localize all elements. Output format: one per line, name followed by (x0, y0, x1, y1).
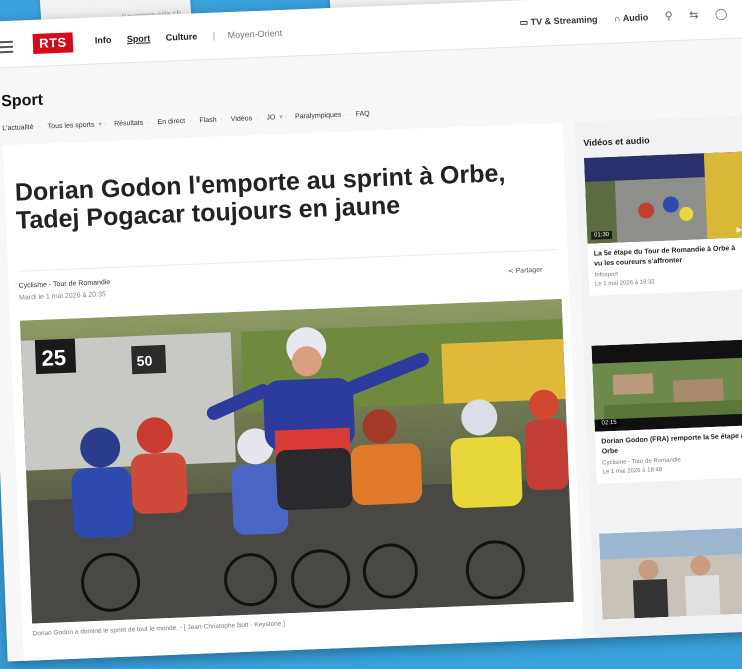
sport-subnav: L'actualité · Tous les sports ▾ · Résultat… (2, 109, 374, 133)
nav-separator: | (212, 30, 216, 41)
video-thumbnail[interactable] (599, 527, 742, 620)
header-actions: ▭ TV & Streaming ∩ Audio ⚲ ⇆ ◯ (505, 7, 727, 29)
svg-text:50: 50 (136, 352, 152, 369)
main-nav: Info Sport Culture | Moyen-Orient (95, 27, 296, 46)
share-icon: ≺ (507, 267, 514, 276)
share-label: Partager (515, 266, 543, 275)
nav-item-moyen-orient[interactable]: Moyen-Orient (227, 28, 282, 40)
audio-label: Audio (622, 12, 649, 24)
video-duration: 02:15 (598, 418, 620, 428)
webpage-printout: RTS Info Sport Culture | Moyen-Orient ▭ … (0, 0, 742, 662)
nav-item-sport[interactable]: Sport (127, 33, 151, 44)
subnav-dot: · (255, 114, 259, 123)
hero-photo: 25 50 (20, 298, 574, 624)
tv-icon: ▭ (519, 17, 529, 28)
video-card[interactable]: 01:30 ▶ La 5e étape du Tour de Romandie … (583, 151, 742, 296)
subnav-item-flash[interactable]: Flash (199, 117, 216, 125)
aerial-village-thumbnail (591, 339, 742, 432)
play-icon[interactable]: ▶ (736, 226, 742, 234)
language-icon[interactable]: ⇆ (689, 8, 699, 21)
tv-streaming-link[interactable]: ▭ TV & Streaming (519, 14, 597, 28)
nav-item-info[interactable]: Info (95, 35, 112, 46)
article-date: Mardi le 1 mai 2026 à 20:35 (18, 291, 106, 302)
sidebar-videos: Vidéos et audio 01:30 ▶ La 5e étape du T… (574, 115, 742, 642)
article: Dorian Godon l'emporte au sprint à Orbe,… (2, 122, 584, 662)
subnav-item-paralympiques[interactable]: Paralympiques (295, 112, 342, 121)
subnav-item-actualite[interactable]: L'actualité (2, 124, 34, 132)
menu-icon[interactable] (0, 40, 14, 57)
article-headline: Dorian Godon l'emporte au sprint à Orbe,… (14, 159, 506, 235)
rts-logo[interactable]: RTS (32, 32, 74, 54)
search-icon[interactable]: ⚲ (664, 9, 673, 22)
subnav-item-faq[interactable]: FAQ (356, 111, 370, 119)
subnav-dot: ▾ · (98, 121, 107, 129)
tv-streaming-label: TV & Streaming (530, 14, 598, 27)
divider (18, 249, 558, 272)
subnav-dot: ▾ · (279, 113, 288, 122)
subnav-item-tous-sports[interactable]: Tous les sports (48, 122, 95, 131)
finish-line-thumbnail (583, 151, 742, 244)
cyclists-sprint-photo: 25 50 (20, 298, 574, 624)
nav-item-culture[interactable]: Culture (166, 31, 198, 42)
section-title: Sport (0, 91, 44, 111)
svg-text:25: 25 (41, 345, 66, 371)
subnav-dot: · (220, 116, 224, 124)
subnav-item-resultats[interactable]: Résultats (114, 120, 143, 128)
subnav-dot: · (37, 123, 41, 131)
headphones-icon: ∩ (613, 13, 621, 24)
user-icon[interactable]: ◯ (715, 7, 728, 20)
video-duration: 01:30 (590, 230, 613, 240)
video-card[interactable] (599, 527, 742, 620)
video-card[interactable]: 02:15 ▶ Dorian Godon (FRA) remporte la 5… (591, 339, 742, 484)
article-category[interactable]: Cyclisme - Tour de Romandie (18, 279, 110, 290)
subnav-item-videos[interactable]: Vidéos (231, 115, 253, 123)
subnav-dot: · (147, 119, 150, 127)
subnav-item-en-direct[interactable]: En direct (157, 118, 185, 126)
subnav-item-jo[interactable]: JO (266, 114, 275, 121)
share-button[interactable]: ≺ Partager (508, 266, 543, 275)
subnav-dot: · (189, 117, 192, 125)
audio-link[interactable]: ∩ Audio (614, 12, 649, 23)
video-thumbnail[interactable]: 02:15 ▶ (591, 339, 742, 432)
sidebar-title: Vidéos et audio (583, 135, 650, 148)
video-thumbnail[interactable]: 01:30 ▶ (583, 151, 742, 244)
interview-thumbnail (599, 527, 742, 620)
subnav-dot: · (345, 111, 348, 119)
